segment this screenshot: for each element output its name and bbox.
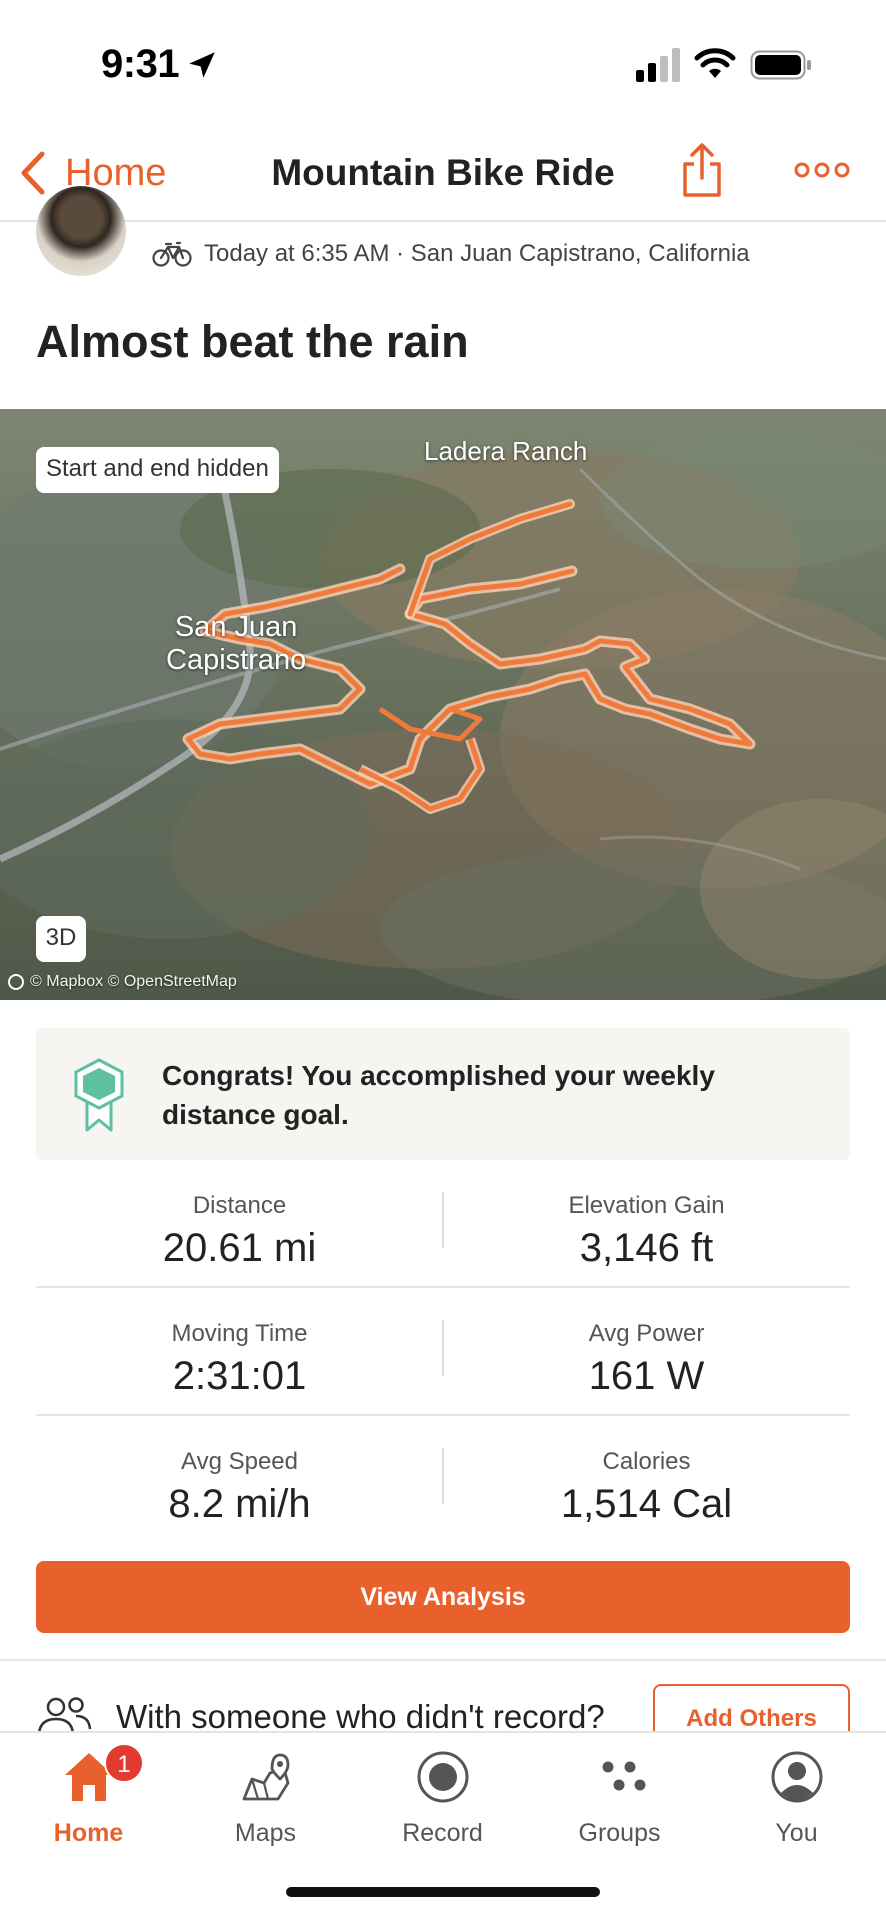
tab-label: Groups <box>578 1819 661 1847</box>
satellite-map-image <box>0 409 886 1000</box>
stat-value: 20.61 mi <box>162 1226 317 1270</box>
home-indicator <box>286 1887 600 1897</box>
stats-row: Avg Speed 8.2 mi/h Calories 1,514 Cal <box>36 1416 850 1544</box>
section-divider <box>0 1659 886 1661</box>
tab-label: Home <box>53 1819 124 1847</box>
stat-moving-time: Moving Time 2:31:01 <box>36 1288 443 1416</box>
tab-groups[interactable]: Groups <box>531 1733 708 1863</box>
tab-label: You <box>775 1819 818 1847</box>
tab-record[interactable]: Record <box>354 1733 531 1863</box>
view-analysis-button[interactable]: View Analysis <box>36 1561 850 1633</box>
groups-icon <box>602 1761 646 1791</box>
stat-avg-power: Avg Power 161 W <box>443 1288 850 1416</box>
stat-label: Calories <box>602 1448 691 1475</box>
stat-label: Avg Speed <box>181 1448 298 1475</box>
stat-elevation-gain: Elevation Gain 3,146 ft <box>443 1160 850 1288</box>
tab-label: Record <box>402 1819 483 1847</box>
maps-icon <box>242 1753 290 1801</box>
people-icon <box>37 1697 92 1735</box>
record-icon <box>417 1751 469 1803</box>
navigation-bar: Home Mountain Bike Ride <box>0 130 886 222</box>
cellular-signal-icon <box>636 48 680 82</box>
tab-you[interactable]: You <box>708 1733 885 1863</box>
stat-label: Avg Power <box>588 1320 705 1347</box>
more-options-icon[interactable] <box>794 158 850 182</box>
activity-title: Almost beat the rain <box>36 316 469 367</box>
map-attribution[interactable]: © Mapbox © OpenStreetMap <box>8 973 237 991</box>
notification-badge: 1 <box>104 1743 144 1783</box>
tab-label: Maps <box>234 1819 297 1847</box>
page-title: Mountain Bike Ride <box>271 152 615 193</box>
wifi-icon <box>694 48 736 78</box>
attribution-text: © Mapbox © OpenStreetMap <box>30 973 237 990</box>
stat-value: 161 W <box>588 1354 705 1398</box>
stat-value: 8.2 mi/h <box>168 1482 311 1526</box>
stat-label: Elevation Gain <box>568 1192 725 1219</box>
goal-badge-icon <box>74 1058 124 1132</box>
mapbox-logo-icon <box>8 974 24 990</box>
battery-icon <box>750 50 811 80</box>
map-place-label: Ladera Ranch <box>424 436 588 466</box>
stat-value: 3,146 ft <box>579 1226 714 1270</box>
privacy-chip: Start and end hidden <box>36 447 279 493</box>
stats-grid: Distance 20.61 mi Elevation Gain 3,146 f… <box>36 1160 850 1544</box>
stat-label: Moving Time <box>171 1320 308 1347</box>
location-arrow-icon <box>189 52 215 78</box>
bike-icon <box>152 241 192 267</box>
share-icon[interactable] <box>680 142 724 198</box>
map-place-label: San Juan Capistrano <box>166 611 307 677</box>
stat-value: 2:31:01 <box>172 1354 307 1398</box>
stat-distance: Distance 20.61 mi <box>36 1160 443 1288</box>
activity-meta: Today at 6:35 AM · San Juan Capistrano, … <box>152 237 750 271</box>
stats-row: Distance 20.61 mi Elevation Gain 3,146 f… <box>36 1160 850 1288</box>
stats-row: Moving Time 2:31:01 Avg Power 161 W <box>36 1288 850 1416</box>
congrats-message: Congrats! You accomplished your weekly d… <box>162 1060 715 1131</box>
stat-label: Distance <box>192 1192 287 1219</box>
tab-home[interactable]: 1 Home <box>0 1733 177 1863</box>
tab-maps[interactable]: Maps <box>177 1733 354 1863</box>
stat-value: 1,514 Cal <box>560 1482 733 1526</box>
activity-time-location: Today at 6:35 AM · San Juan Capistrano, … <box>204 240 750 267</box>
route-map[interactable]: Ladera Ranch San Juan Capistrano Start an… <box>0 409 886 1000</box>
avatar[interactable] <box>36 186 126 276</box>
stat-calories: Calories 1,514 Cal <box>443 1416 850 1544</box>
stat-avg-speed: Avg Speed 8.2 mi/h <box>36 1416 443 1544</box>
3d-toggle-button[interactable]: 3D <box>36 916 86 962</box>
status-time: 9:31 <box>101 42 180 86</box>
profile-icon <box>771 1751 823 1803</box>
status-bar: 9:31 <box>0 0 886 130</box>
goal-congrats-card: Congrats! You accomplished your weekly d… <box>36 1028 850 1160</box>
